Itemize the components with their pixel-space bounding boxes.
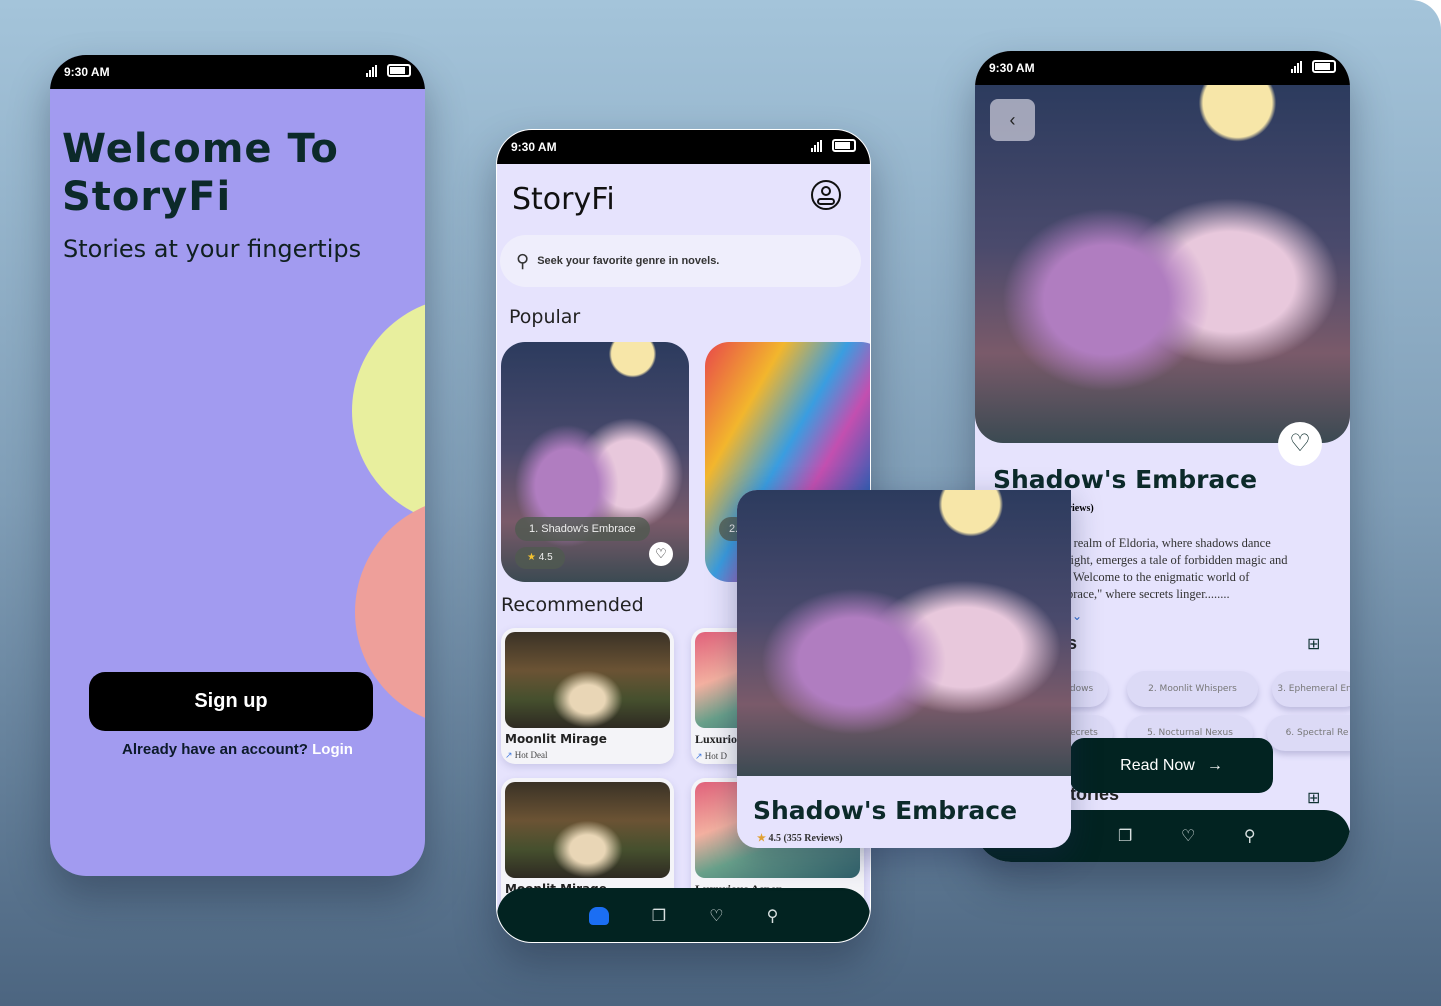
bottom-nav: ❐ ♡ ⚲ bbox=[497, 888, 870, 942]
library-icon[interactable]: ❐ bbox=[1118, 826, 1132, 846]
hot-deal-tag: ↗ Hot Deal bbox=[505, 750, 548, 760]
review-count: views) bbox=[1067, 503, 1094, 514]
battery-icon bbox=[832, 139, 856, 152]
grid-view-icon[interactable]: ⊞ bbox=[1307, 788, 1320, 808]
favorite-heart-icon[interactable]: ♡ bbox=[649, 542, 673, 566]
star-icon: ★ bbox=[757, 833, 766, 844]
book-title: Moonlit Mirage bbox=[505, 732, 607, 746]
arrow-right-icon: → bbox=[1206, 756, 1223, 774]
search-input[interactable]: ⚲ Seek your favorite genre in novels. bbox=[500, 235, 861, 287]
expand-chevron-icon[interactable]: ⌄ bbox=[1072, 609, 1082, 623]
back-button[interactable]: ‹ bbox=[990, 99, 1035, 141]
battery-icon bbox=[1312, 60, 1336, 73]
profile-icon[interactable] bbox=[811, 180, 841, 210]
favorites-icon[interactable]: ♡ bbox=[1181, 826, 1195, 846]
book-cover bbox=[505, 782, 670, 878]
search-icon: ⚲ bbox=[516, 250, 530, 271]
sign-up-button[interactable]: Sign up bbox=[89, 672, 373, 731]
book-cover-image bbox=[737, 490, 1071, 776]
login-prompt: Already have an account? Login bbox=[122, 741, 353, 758]
status-time: 9:30 AM bbox=[511, 140, 557, 154]
profile-icon[interactable]: ⚲ bbox=[1244, 826, 1256, 846]
status-time: 9:30 AM bbox=[989, 61, 1035, 75]
signal-icon bbox=[811, 140, 822, 152]
popular-card[interactable]: 1. Shadow's Embrace ★ 4.5 ♡ bbox=[501, 342, 689, 582]
recommended-card[interactable]: Moonlit Mirage ↗ Hot Deal bbox=[501, 628, 674, 764]
signal-icon bbox=[1291, 61, 1302, 73]
status-time: 9:30 AM bbox=[64, 65, 110, 79]
grid-view-icon[interactable]: ⊞ bbox=[1307, 634, 1320, 654]
book-title: Shadow's Embrace bbox=[753, 796, 1018, 825]
star-icon: ★ bbox=[527, 552, 536, 563]
yellow-circle-decoration bbox=[352, 297, 425, 525]
book-description: l realm of Eldoria, where shadows dance l… bbox=[1067, 536, 1288, 601]
chapter-pill[interactable]: 2. Moonlit Whispers bbox=[1127, 671, 1258, 707]
recommended-heading: Recommended bbox=[501, 594, 644, 616]
welcome-title: Welcome To StoryFi bbox=[62, 126, 339, 220]
popular-card-rating: ★ 4.5 bbox=[515, 547, 565, 569]
favorites-icon[interactable]: ♡ bbox=[709, 906, 723, 926]
favorite-heart-button[interactable]: ♡ bbox=[1278, 422, 1322, 466]
chapter-pill[interactable]: 6. Spectral Re bbox=[1267, 715, 1350, 751]
status-bar: 9:30 AM bbox=[975, 51, 1350, 85]
read-now-button[interactable]: Read Now → bbox=[1070, 738, 1273, 793]
trending-icon: ↗ bbox=[505, 750, 513, 760]
status-bar: 9:30 AM bbox=[50, 55, 425, 89]
welcome-screen: 9:30 AM Welcome To StoryFi Stories at you… bbox=[50, 55, 425, 876]
signal-icon bbox=[366, 65, 377, 77]
welcome-subtitle: Stories at your fingertips bbox=[63, 235, 362, 263]
book-rating: ★ 4.5 (355 Reviews) bbox=[757, 833, 843, 844]
app-title: StoryFi bbox=[512, 182, 615, 217]
popular-card-title: 1. Shadow's Embrace bbox=[515, 517, 650, 541]
book-preview-card[interactable]: Shadow's Embrace ★ 4.5 (355 Reviews) bbox=[737, 490, 1071, 848]
home-icon[interactable] bbox=[588, 907, 609, 925]
library-icon[interactable]: ❐ bbox=[652, 906, 666, 926]
book-cover bbox=[505, 632, 670, 728]
chapter-pill[interactable]: 3. Ephemeral Enc bbox=[1272, 671, 1350, 707]
search-placeholder: Seek your favorite genre in novels. bbox=[537, 255, 720, 267]
login-link[interactable]: Login bbox=[312, 741, 353, 758]
profile-icon[interactable]: ⚲ bbox=[767, 906, 779, 926]
battery-icon bbox=[387, 64, 411, 77]
status-bar: 9:30 AM bbox=[497, 130, 870, 164]
popular-heading: Popular bbox=[509, 306, 581, 328]
